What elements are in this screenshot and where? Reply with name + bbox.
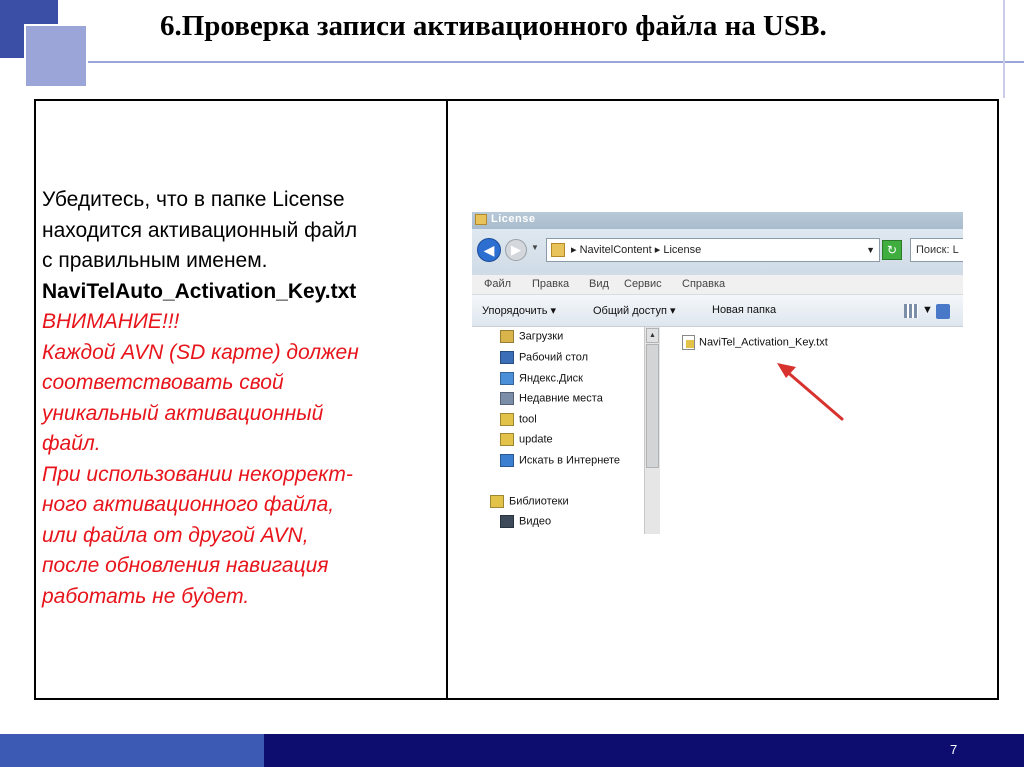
- warning-line: ного активационного файла,: [42, 493, 335, 516]
- warning-line: или файла от другой AVN,: [42, 523, 309, 547]
- instruction-line: с правильным именем.: [42, 249, 268, 272]
- explorer-screenshot: License ◀ ▶ ▼ ▸ NavitelContent ▸ License…: [472, 212, 963, 534]
- footer-bar: 7: [0, 734, 1024, 767]
- instruction-line: Убедитесь, что в папке License: [42, 188, 345, 211]
- warning-line: При использовании некоррект-: [42, 462, 353, 486]
- header-underline: [88, 61, 1024, 63]
- activation-filename: NaviTelAuto_Activation_Key.txt: [42, 279, 357, 303]
- table-column-divider: [446, 99, 448, 700]
- instruction-text: Убедитесь, что в папке License находится…: [42, 185, 442, 612]
- footer-accent: [0, 734, 264, 767]
- warning-title: ВНИМАНИЕ!!!: [42, 310, 180, 333]
- warning-line: Каждой AVN (SD карте) должен: [42, 340, 359, 364]
- warning-line: файл.: [42, 432, 101, 455]
- header-decor-square-light: [24, 24, 88, 88]
- warning-line: соответствовать свой: [42, 371, 284, 394]
- warning-line: после обновления навигация: [42, 554, 329, 577]
- page-number: 7: [950, 742, 958, 757]
- pointer-arrow-icon: [777, 363, 844, 421]
- warning-line: работать не будет.: [42, 584, 250, 608]
- slide-title: 6.Проверка записи активационного файла н…: [160, 10, 827, 42]
- header-right-line: [1003, 0, 1005, 98]
- warning-line: уникальный активационный: [42, 401, 324, 425]
- instruction-line: находится активационный файл: [42, 218, 358, 242]
